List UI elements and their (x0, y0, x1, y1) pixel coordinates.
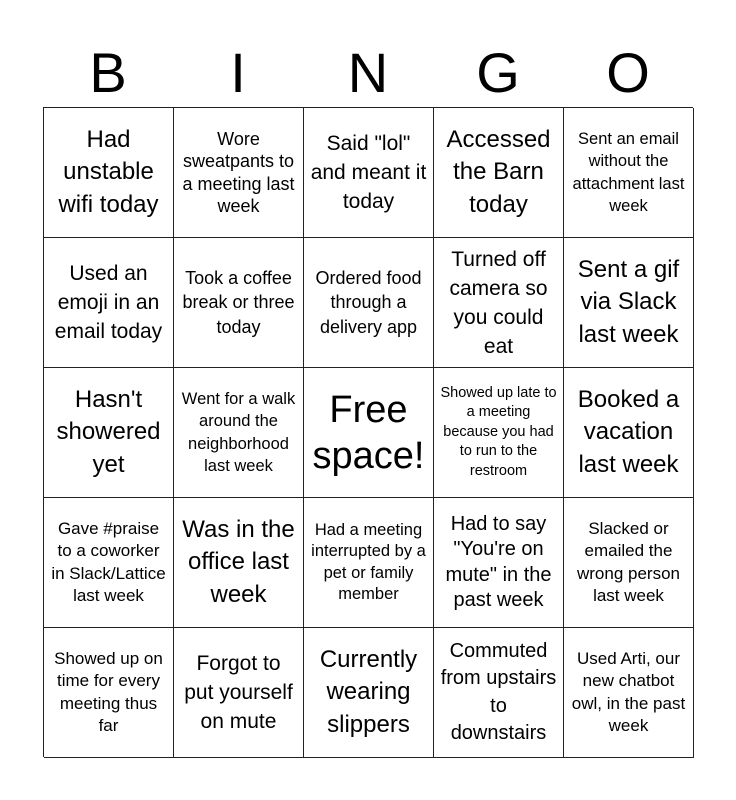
header-letter-i: I (230, 41, 246, 104)
cell-text: Went for a walk around the neighborhood … (181, 389, 296, 476)
bingo-cell[interactable]: Forgot to put yourself on mute (174, 628, 304, 758)
bingo-cell[interactable]: Turned off camera so you could eat (434, 238, 564, 368)
header-letter-g: G (476, 41, 520, 104)
bingo-cell[interactable]: Had unstable wifi today (44, 108, 174, 238)
bingo-cell[interactable]: Said "lol" and meant it today (304, 108, 434, 238)
header-letter-b: B (89, 41, 127, 104)
bingo-cell[interactable]: Went for a walk around the neighborhood … (174, 368, 304, 498)
bingo-cell[interactable]: Sent an email without the attachment las… (564, 108, 694, 238)
header-letter-o: O (606, 41, 650, 104)
bingo-cell[interactable]: Gave #praise to a coworker in Slack/Latt… (44, 498, 174, 628)
bingo-cell[interactable]: Had a meeting interrupted by a pet or fa… (304, 498, 434, 628)
bingo-cell[interactable]: Used an emoji in an email today (44, 238, 174, 368)
cell-text: Had a meeting interrupted by a pet or fa… (311, 520, 426, 604)
cell-text: Sent an email without the attachment las… (572, 129, 685, 216)
free-space-cell[interactable]: Free space! (304, 368, 434, 498)
free-space-text: Free space! (312, 388, 425, 477)
bingo-cell[interactable]: Took a coffee break or three today (174, 238, 304, 368)
bingo-cell[interactable]: Currently wearing slippers (304, 628, 434, 758)
cell-text: Showed up late to a meeting because you … (440, 384, 557, 479)
cell-text: Ordered food through a delivery app (315, 267, 422, 337)
cell-text: Forgot to put yourself on mute (184, 652, 293, 733)
cell-text: Said "lol" and meant it today (310, 132, 427, 213)
cell-text: Was in the office last week (182, 515, 295, 608)
cell-text: Wore sweatpants to a meeting last week (182, 128, 295, 217)
cell-text: Turned off camera so you could eat (449, 247, 548, 358)
cell-text: Had to say "You're on mute" in the past … (445, 512, 552, 612)
cell-text: Commuted from upstairs to downstairs (440, 639, 557, 745)
cell-text: Sent a gif via Slack last week (577, 255, 680, 348)
cell-text: Used Arti, our new chatbot owl, in the p… (571, 648, 686, 736)
bingo-cell[interactable]: Hasn't showered yet (44, 368, 174, 498)
cell-text: Gave #praise to a coworker in Slack/Latt… (51, 518, 166, 606)
bingo-cell[interactable]: Accessed the Barn today (434, 108, 564, 238)
cell-text: Currently wearing slippers (319, 645, 418, 738)
cell-text: Used an emoji in an email today (54, 262, 163, 343)
bingo-cell[interactable]: Commuted from upstairs to downstairs (434, 628, 564, 758)
bingo-cell[interactable]: Was in the office last week (174, 498, 304, 628)
bingo-cell[interactable]: Wore sweatpants to a meeting last week (174, 108, 304, 238)
cell-text: Slacked or emailed the wrong person last… (576, 518, 680, 606)
cell-text: Took a coffee break or three today (182, 267, 295, 337)
cell-text: Booked a vacation last week (577, 385, 680, 478)
cell-text: Showed up on time for every meeting thus… (54, 648, 163, 736)
cell-text: Hasn't showered yet (56, 385, 161, 478)
bingo-header: B I N G O (43, 38, 693, 108)
bingo-cell[interactable]: Showed up late to a meeting because you … (434, 368, 564, 498)
bingo-cell[interactable]: Booked a vacation last week (564, 368, 694, 498)
bingo-grid: Had unstable wifi today Wore sweatpants … (43, 107, 694, 758)
cell-text: Had unstable wifi today (58, 125, 159, 218)
header-letter-n: N (347, 41, 389, 104)
cell-text: Accessed the Barn today (446, 125, 551, 218)
bingo-cell[interactable]: Had to say "You're on mute" in the past … (434, 498, 564, 628)
bingo-cell[interactable]: Ordered food through a delivery app (304, 238, 434, 368)
bingo-cell[interactable]: Sent a gif via Slack last week (564, 238, 694, 368)
bingo-cell[interactable]: Showed up on time for every meeting thus… (44, 628, 174, 758)
bingo-cell[interactable]: Used Arti, our new chatbot owl, in the p… (564, 628, 694, 758)
bingo-cell[interactable]: Slacked or emailed the wrong person last… (564, 498, 694, 628)
